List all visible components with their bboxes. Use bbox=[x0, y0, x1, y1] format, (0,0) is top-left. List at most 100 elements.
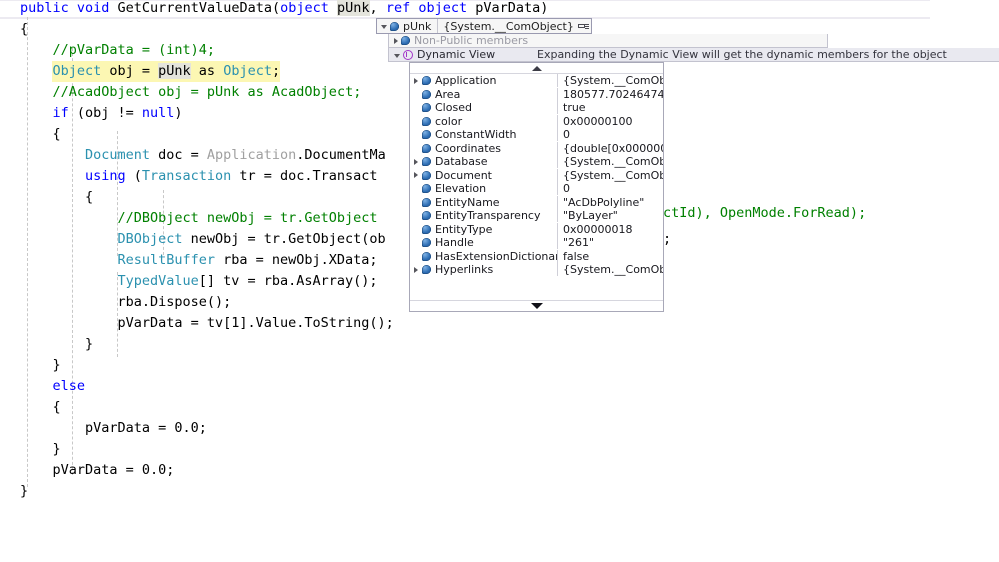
code-token: { bbox=[52, 399, 61, 415]
code-token: //pVarData = (int)4; bbox=[52, 42, 216, 58]
code-token: } bbox=[52, 357, 61, 373]
member-name: EntityTransparency bbox=[435, 209, 541, 223]
code-token: null bbox=[141, 105, 175, 121]
code-line: Document doc = Application.DocumentMa bbox=[85, 145, 386, 166]
member-row[interactable]: Coordinates {double[0x00000008]} bbox=[410, 141, 663, 156]
code-token: (obj != bbox=[68, 105, 142, 121]
property-ball-icon bbox=[422, 224, 431, 234]
member-row[interactable]: Database {System.__ComObject} bbox=[410, 155, 663, 169]
code-token: else bbox=[52, 378, 85, 394]
dynamic-members-list[interactable]: Application {System.__ComObject} Area 18057… bbox=[409, 62, 664, 312]
member-value: "AcDbPolyline" bbox=[557, 195, 663, 209]
code-token: void bbox=[76, 0, 118, 16]
code-token: Application bbox=[206, 147, 297, 163]
code-line: TypedValue[] tv = rba.AsArray(); bbox=[117, 271, 377, 292]
member-row[interactable]: EntityTransparency "ByLayer" bbox=[410, 209, 663, 223]
member-row[interactable]: Handle "261" bbox=[410, 236, 663, 250]
property-ball-icon bbox=[422, 184, 431, 194]
member-value: {double[0x00000008]} bbox=[557, 141, 663, 155]
member-name: Closed bbox=[435, 101, 472, 115]
code-token: ) bbox=[174, 105, 183, 121]
non-public-members-label: Non-Public members bbox=[414, 34, 529, 47]
code-token: , bbox=[369, 0, 386, 16]
member-value: 0 bbox=[557, 182, 663, 196]
member-row[interactable]: Hyperlinks {System.__ComObject} bbox=[410, 263, 663, 277]
property-ball-icon bbox=[422, 157, 431, 167]
member-row[interactable]: EntityName "AcDbPolyline" bbox=[410, 195, 663, 210]
member-row[interactable]: ConstantWidth 0 bbox=[410, 128, 663, 142]
member-row[interactable]: Closed true bbox=[410, 101, 663, 115]
member-row[interactable]: Elevation 0 bbox=[410, 182, 663, 196]
property-ball-icon bbox=[422, 265, 431, 275]
expand-triangle-icon[interactable] bbox=[410, 77, 422, 84]
member-row[interactable]: Document {System.__ComObject} bbox=[410, 168, 663, 183]
code-line: public void GetCurrentValueData(object p… bbox=[20, 0, 548, 19]
expand-triangle-icon[interactable] bbox=[410, 158, 422, 165]
code-token: [] tv = rba.AsArray(); bbox=[198, 273, 378, 289]
property-ball-icon bbox=[422, 116, 431, 126]
expand-triangle-glyph bbox=[413, 77, 418, 84]
member-value: {System.__ComObject} bbox=[557, 263, 663, 277]
code-fragment: ctId), OpenMode.ForRead); bbox=[663, 205, 867, 221]
expand-triangle-icon[interactable] bbox=[410, 172, 422, 179]
member-name: EntityType bbox=[435, 222, 493, 236]
code-token: pUnk bbox=[337, 0, 370, 16]
code-token: pVarData = tv[1].Value.ToString(); bbox=[117, 315, 394, 331]
member-value: {System.__ComObject} bbox=[557, 74, 663, 88]
collapse-triangle-icon[interactable] bbox=[381, 25, 387, 29]
member-name: Coordinates bbox=[435, 141, 502, 155]
member-row[interactable]: Application {System.__ComObject} bbox=[410, 74, 663, 88]
member-row[interactable]: Area 180577.70246474363 bbox=[410, 87, 663, 102]
code-token: pVarData) bbox=[467, 0, 549, 16]
code-token: ResultBuffer bbox=[117, 252, 215, 268]
dynamic-view-icon bbox=[403, 49, 413, 60]
code-token: GetCurrentValueData( bbox=[117, 0, 281, 16]
dynamic-view-row[interactable]: Dynamic View Expanding the Dynamic View … bbox=[388, 48, 999, 62]
code-token: rba = newObj.XData; bbox=[214, 252, 378, 268]
property-ball-icon bbox=[390, 21, 399, 31]
member-row[interactable]: color 0x00000100 bbox=[410, 114, 663, 129]
dynamic-view-description: Expanding the Dynamic View will get the … bbox=[537, 48, 947, 61]
code-token: rba.Dispose(); bbox=[117, 294, 232, 310]
scroll-down-arrow-icon[interactable] bbox=[410, 300, 663, 311]
scroll-up-arrow-icon[interactable] bbox=[410, 63, 663, 74]
expand-triangle-icon[interactable] bbox=[394, 37, 398, 44]
code-token: object bbox=[418, 0, 468, 16]
code-line: } bbox=[85, 334, 93, 355]
property-ball-icon bbox=[422, 143, 431, 153]
member-rows[interactable]: Application {System.__ComObject} Area 18057… bbox=[410, 74, 663, 290]
pin-icon[interactable] bbox=[577, 22, 589, 31]
code-token: } bbox=[20, 483, 29, 499]
code-token: pVarData = 0.0; bbox=[84, 420, 207, 436]
member-name: Database bbox=[435, 155, 488, 169]
member-value: {System.__ComObject} bbox=[557, 155, 663, 169]
member-name: Application bbox=[435, 74, 497, 88]
member-value: true bbox=[557, 101, 663, 115]
member-name: Area bbox=[435, 87, 461, 101]
code-token: pVarData = 0.0; bbox=[52, 462, 175, 478]
code-token: TypedValue bbox=[117, 273, 199, 289]
code-token: public bbox=[20, 0, 77, 16]
code-token: ; bbox=[271, 63, 281, 79]
non-public-members-row[interactable]: Non-Public members bbox=[388, 34, 828, 48]
code-token: object bbox=[280, 0, 329, 16]
member-row[interactable]: EntityType 0x00000018 bbox=[410, 222, 663, 237]
datatip-value: {System.__ComObject} bbox=[443, 19, 574, 33]
code-line: { bbox=[52, 124, 60, 145]
member-name: Elevation bbox=[435, 182, 487, 196]
code-line: pVarData = tv[1].Value.ToString(); bbox=[117, 313, 393, 334]
member-value: 0x00000018 bbox=[557, 222, 663, 236]
code-token: tr = doc.Transact bbox=[231, 168, 378, 184]
datatip-header-row[interactable]: pUnk {System.__ComObject} bbox=[376, 18, 592, 34]
member-row[interactable]: HasExtensionDictionary false bbox=[410, 249, 663, 264]
property-ball-icon bbox=[422, 130, 431, 140]
datatip-divider bbox=[437, 19, 439, 33]
member-name: color bbox=[435, 114, 463, 128]
code-line: rba.Dispose(); bbox=[117, 292, 231, 313]
indent-guide bbox=[27, 17, 28, 487]
expand-triangle-icon[interactable] bbox=[410, 266, 422, 273]
property-ball-icon bbox=[401, 36, 410, 45]
collapse-triangle-icon[interactable] bbox=[394, 53, 400, 58]
member-name: ConstantWidth bbox=[435, 128, 517, 142]
